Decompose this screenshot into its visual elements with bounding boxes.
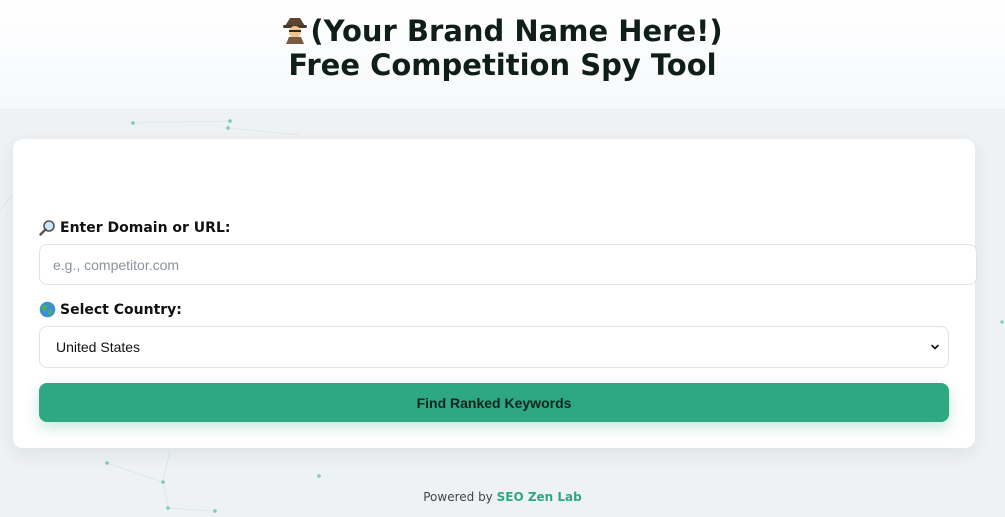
- country-label-text: Select Country:: [60, 301, 182, 318]
- find-ranked-keywords-button[interactable]: Find Ranked Keywords: [39, 383, 949, 422]
- globe-icon: [39, 301, 56, 318]
- magnifier-icon: [39, 220, 55, 236]
- country-select-value: United States: [56, 339, 141, 355]
- footer-brand-link[interactable]: SEO Zen Lab: [497, 490, 582, 504]
- page-header: (Your Brand Name Here!) Free Competition…: [0, 0, 1005, 110]
- country-label: Select Country:: [39, 301, 182, 318]
- chevron-down-icon: [931, 344, 939, 350]
- footer-prefix: Powered by: [423, 490, 493, 504]
- domain-label: Enter Domain or URL:: [39, 219, 230, 236]
- page-title-line-2: Free Competition Spy Tool: [288, 48, 717, 82]
- country-select[interactable]: United States: [39, 326, 949, 368]
- domain-input[interactable]: [39, 244, 977, 285]
- page-title-line-1: (Your Brand Name Here!): [0, 14, 1005, 48]
- domain-label-text: Enter Domain or URL:: [60, 219, 231, 236]
- footer: Powered by SEO Zen Lab: [0, 490, 1005, 504]
- brand-name: (Your Brand Name Here!): [310, 14, 723, 48]
- detective-icon: [283, 18, 308, 44]
- search-form-card: Enter Domain or URL: Select Country: Uni…: [13, 139, 977, 448]
